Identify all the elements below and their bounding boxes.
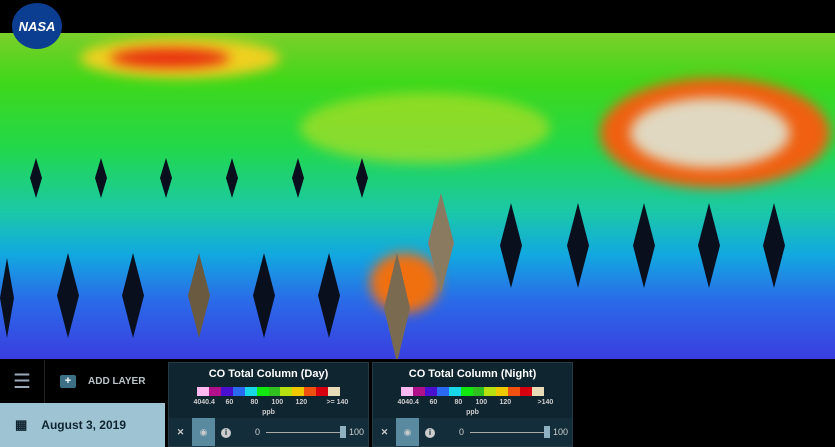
tick-label: 4040.4: [193, 399, 215, 406]
eye-icon: ◉: [403, 426, 412, 437]
add-layer-icon: +: [60, 375, 76, 388]
colorbar-swatch: [520, 387, 533, 396]
tick-label: 80: [250, 399, 259, 406]
tick-label: 60: [429, 399, 438, 406]
colorbar-swatch: [448, 387, 461, 396]
colorbar-swatch: [508, 387, 521, 396]
tick-label: 100: [271, 399, 284, 406]
colorbar-swatch: [220, 387, 233, 396]
info-icon: i: [425, 427, 435, 438]
tick-label: >= 140: [326, 399, 349, 406]
layer-title: CO Total Column (Night): [408, 368, 537, 380]
tick-label: 120: [499, 399, 512, 406]
date-selector[interactable]: ▦ August 3, 2019: [0, 403, 165, 447]
colorbar-swatch: [280, 387, 293, 396]
layer-info-button[interactable]: i: [215, 427, 237, 438]
tick-label: >140: [537, 399, 554, 406]
colorbar-swatch: [292, 387, 305, 396]
toggle-visibility-button[interactable]: ◉: [192, 418, 215, 446]
colorbar-swatch: [484, 387, 497, 396]
tick-label: 60: [225, 399, 234, 406]
colorbar-swatch: [401, 387, 413, 396]
opacity-min: 0: [459, 427, 465, 437]
colorbar-ticks: 4040.4 60 80 100 120 >= 140: [184, 399, 354, 409]
colorbar-swatch: [532, 387, 545, 396]
colorbar-swatch: [256, 387, 269, 396]
tick-label: 80: [454, 399, 463, 406]
remove-layer-button[interactable]: ✕: [373, 427, 396, 438]
colorbar-ticks: 4040.4 60 80 100 120 >140: [388, 399, 558, 409]
layer-info-button[interactable]: i: [419, 427, 441, 438]
layer-card-day: CO Total Column (Day) 4040.4 60 80 100 1…: [168, 362, 369, 447]
colorbar-swatch: [472, 387, 485, 396]
map-view[interactable]: [0, 33, 835, 359]
slider-thumb[interactable]: [544, 426, 551, 438]
opacity-slider[interactable]: [266, 426, 347, 438]
colorbar-swatch: [208, 387, 221, 396]
add-layer-label: ADD LAYER: [88, 376, 146, 387]
colorbar-swatch: [244, 387, 257, 396]
remove-layer-button[interactable]: ✕: [169, 427, 192, 438]
add-layer-button[interactable]: + ADD LAYER: [45, 375, 145, 388]
colorbar: [401, 387, 545, 396]
nasa-logo: NASA: [12, 3, 62, 49]
colorbar-swatch: [460, 387, 473, 396]
tick-label: 4040.4: [397, 399, 419, 406]
hamburger-icon: ☰: [13, 371, 31, 393]
tick-label: 100: [475, 399, 488, 406]
colorbar-swatch: [304, 387, 317, 396]
date-label: August 3, 2019: [41, 418, 126, 432]
opacity-min: 0: [255, 427, 261, 437]
slider-thumb[interactable]: [340, 426, 347, 438]
colorbar-swatch: [424, 387, 437, 396]
eye-icon: ◉: [199, 426, 208, 437]
colorbar-swatch: [412, 387, 425, 396]
layer-title: CO Total Column (Day): [208, 368, 329, 380]
opacity-slider[interactable]: [470, 426, 551, 438]
colorbar-swatch: [197, 387, 209, 396]
toggle-visibility-button[interactable]: ◉: [396, 418, 419, 446]
menu-button[interactable]: ☰: [0, 360, 45, 403]
opacity-max: 100: [349, 427, 365, 437]
tick-label: 120: [295, 399, 308, 406]
layer-card-night: CO Total Column (Night) 4040.4 60 80 100…: [372, 362, 573, 447]
colorbar-swatch: [232, 387, 245, 396]
opacity-max: 100: [553, 427, 569, 437]
colorbar-swatch: [268, 387, 281, 396]
colorbar-swatch: [496, 387, 509, 396]
sidebar: ☰ + ADD LAYER ▦ August 3, 2019: [0, 360, 165, 447]
calendar-icon: ▦: [15, 417, 28, 432]
unit-label: ppb: [466, 409, 479, 416]
colorbar-swatch: [316, 387, 329, 396]
info-icon: i: [221, 427, 231, 438]
unit-label: ppb: [262, 409, 275, 416]
colorbar-swatch: [436, 387, 449, 396]
colorbar: [197, 387, 341, 396]
colorbar-swatch: [328, 387, 341, 396]
